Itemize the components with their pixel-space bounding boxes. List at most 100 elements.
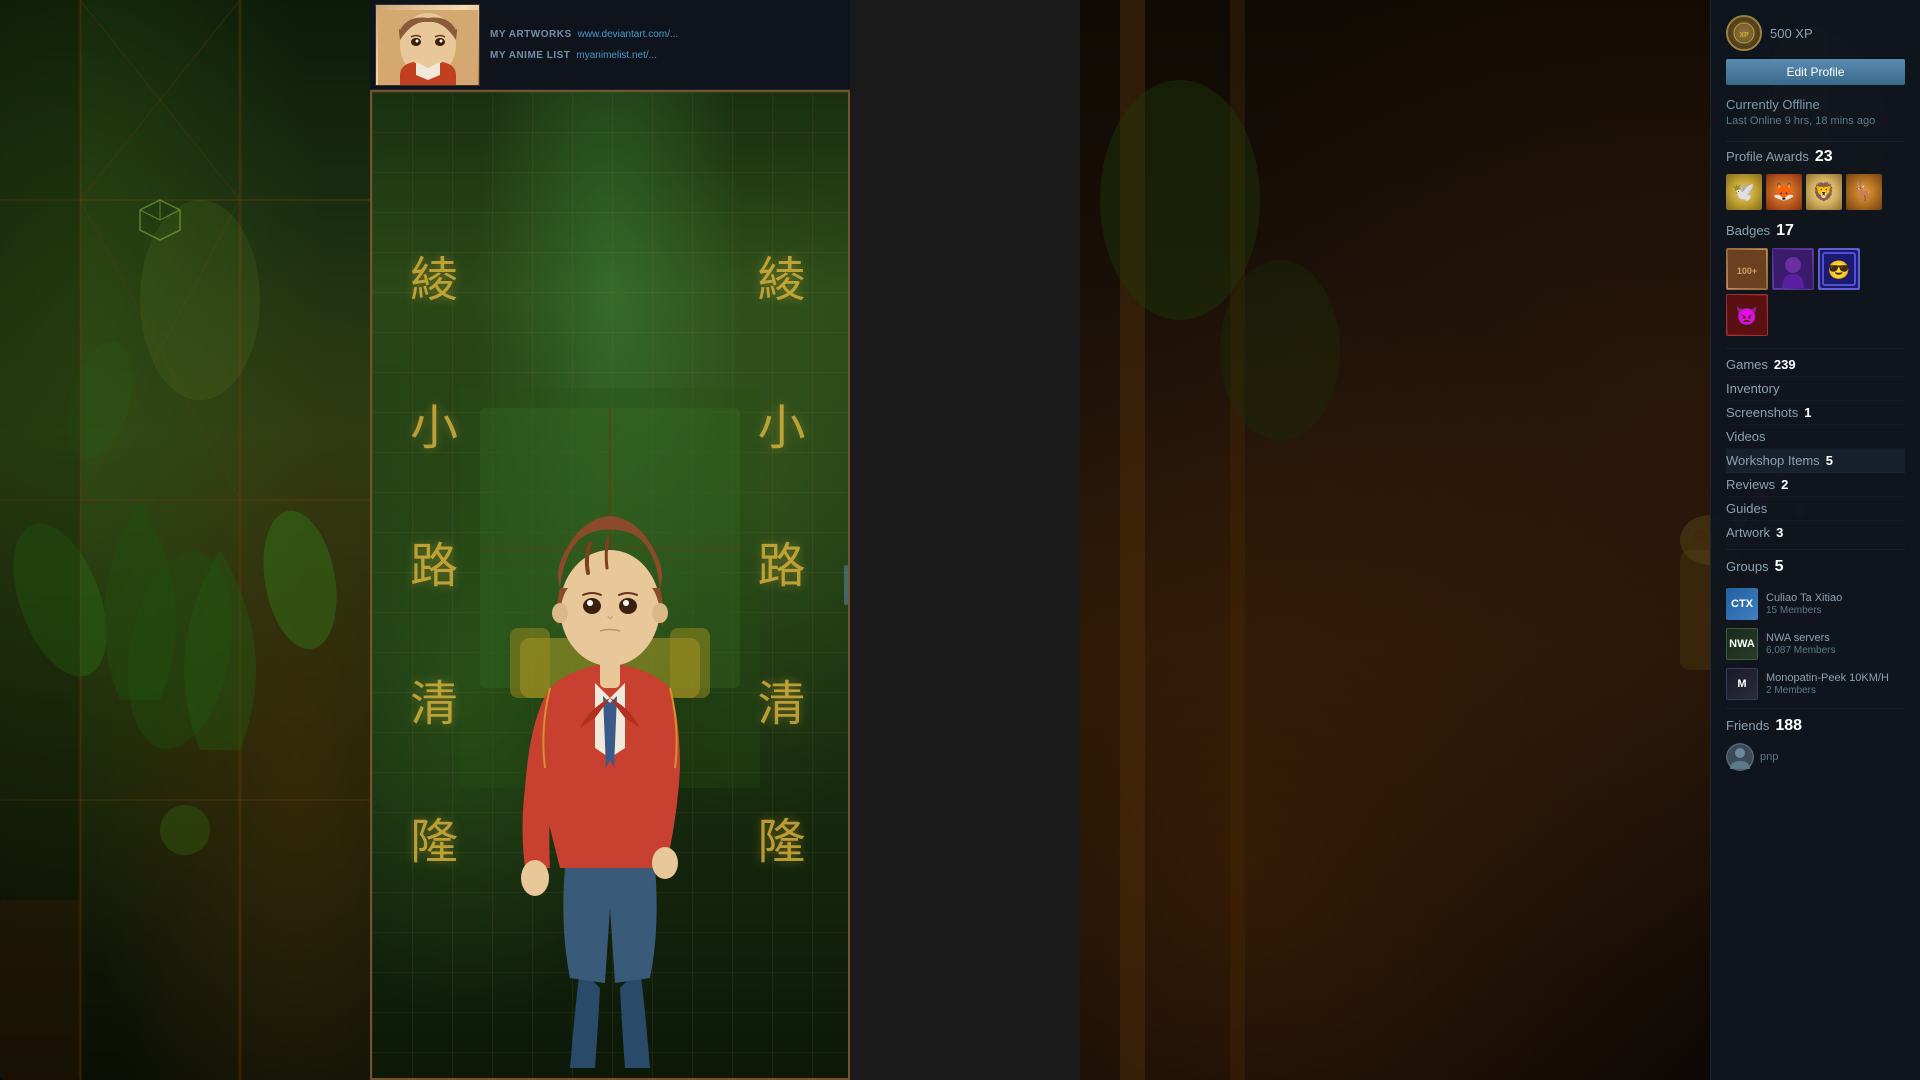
group-avatar-mono: M bbox=[1726, 668, 1758, 700]
group-name-nwa: NWA servers bbox=[1766, 632, 1905, 644]
award-badge-award2[interactable]: 🦊 bbox=[1766, 174, 1802, 210]
badge-item-badge1[interactable]: 100+ bbox=[1726, 248, 1768, 290]
nav-count-games: 239 bbox=[1774, 357, 1796, 372]
group-item-mono[interactable]: M Monopatin-Peek 10KM/H 2 Members bbox=[1726, 664, 1905, 704]
artworks-link-row[interactable]: MY ARTWORKS www.deviantart.com/... bbox=[490, 29, 678, 40]
xp-value: 500 XP bbox=[1770, 26, 1813, 41]
profile-awards-header: Profile Awards 23 bbox=[1726, 148, 1905, 166]
group-avatar-ctx: CTX bbox=[1726, 588, 1758, 620]
nav-item-guides[interactable]: Guides bbox=[1726, 497, 1905, 521]
friend-avatar-1 bbox=[1726, 743, 1754, 771]
jp-char: 小 bbox=[410, 388, 458, 458]
friends-section: Friends 188 pnp bbox=[1726, 717, 1905, 771]
jp-char: 路 bbox=[758, 526, 806, 596]
nav-item-artwork[interactable]: Artwork 3 bbox=[1726, 521, 1905, 545]
artworks-url: www.deviantart.com/... bbox=[578, 29, 679, 40]
animelist-label: MY ANIME LIST bbox=[490, 50, 570, 61]
group-info-mono: Monopatin-Peek 10KM/H 2 Members bbox=[1766, 672, 1905, 696]
profile-awards-label: Profile Awards bbox=[1726, 149, 1809, 164]
group-members-ctx: 15 Members bbox=[1766, 605, 1905, 616]
nav-label-guides: Guides bbox=[1726, 501, 1767, 516]
status-section: Currently Offline Last Online 9 hrs, 18 … bbox=[1726, 97, 1905, 127]
friends-header: Friends 188 bbox=[1726, 717, 1905, 735]
group-members-nwa: 6,087 Members bbox=[1766, 645, 1905, 656]
groups-label: Groups bbox=[1726, 559, 1769, 574]
nav-count-artwork: 3 bbox=[1776, 525, 1783, 540]
jp-char: 小 bbox=[758, 388, 806, 458]
nav-label-games: Games bbox=[1726, 357, 1768, 372]
scroll-indicator[interactable] bbox=[844, 565, 848, 605]
groups-count: 5 bbox=[1775, 558, 1784, 576]
bg-left-overlay bbox=[0, 0, 370, 1080]
badge-item-badge3[interactable]: 😎 bbox=[1818, 248, 1860, 290]
groups-header: Groups 5 bbox=[1726, 558, 1905, 576]
separator bbox=[1726, 141, 1905, 142]
friends-label: Friends bbox=[1726, 718, 1769, 733]
jp-char: 清 bbox=[410, 664, 458, 734]
jp-char: 綾 bbox=[758, 240, 806, 310]
awards-row: 🕊️🦊🦁🦌 bbox=[1726, 174, 1905, 210]
nav-items: Games 239 Inventory Screenshots 1 Videos… bbox=[1726, 353, 1905, 545]
avatar-image bbox=[376, 5, 479, 85]
group-item-ctx[interactable]: CTX Culiao Ta Xitiao 15 Members bbox=[1726, 584, 1905, 624]
badges-row: 100+ 😎 👿 bbox=[1726, 248, 1905, 336]
links-column: MY ARTWORKS www.deviantart.com/... MY AN… bbox=[490, 29, 678, 61]
nav-label-artwork: Artwork bbox=[1726, 525, 1770, 540]
anime-character bbox=[460, 388, 760, 1068]
nav-item-videos[interactable]: Videos bbox=[1726, 425, 1905, 449]
badges-label: Badges bbox=[1726, 223, 1770, 238]
profile-sidebar: XP 500 XP Edit Profile Currently Offline… bbox=[1710, 0, 1920, 1080]
artworks-label: MY ARTWORKS bbox=[490, 29, 572, 40]
award-badge-award1[interactable]: 🕊️ bbox=[1726, 174, 1762, 210]
avatar bbox=[375, 4, 480, 86]
separator-3 bbox=[1726, 549, 1905, 550]
jp-char: 路 bbox=[410, 526, 458, 596]
friend-name: pnp bbox=[1760, 751, 1778, 763]
nav-label-reviews: Reviews bbox=[1726, 477, 1775, 492]
animelist-url: myanimelist.net/... bbox=[576, 50, 657, 61]
xp-badge-icon: XP bbox=[1732, 21, 1756, 45]
separator-2 bbox=[1726, 348, 1905, 349]
friends-preview: pnp bbox=[1726, 743, 1905, 771]
badges-header: Badges 17 bbox=[1726, 222, 1905, 240]
nav-count-reviews: 2 bbox=[1781, 477, 1788, 492]
nav-label-workshop: Workshop Items bbox=[1726, 453, 1820, 468]
jp-char: 清 bbox=[758, 664, 806, 734]
avatar-svg bbox=[378, 10, 478, 86]
badge-item-badge4[interactable]: 👿 bbox=[1726, 294, 1768, 336]
group-avatar-nwa: NWA bbox=[1726, 628, 1758, 660]
edit-profile-button[interactable]: Edit Profile bbox=[1726, 59, 1905, 85]
xp-area: XP 500 XP bbox=[1726, 15, 1905, 51]
award-badge-award3[interactable]: 🦁 bbox=[1806, 174, 1842, 210]
groups-section: Groups 5 CTX Culiao Ta Xitiao 15 Members… bbox=[1726, 558, 1905, 704]
badge-item-badge2[interactable] bbox=[1772, 248, 1814, 290]
group-info-ctx: Culiao Ta Xitiao 15 Members bbox=[1766, 592, 1905, 616]
nav-label-screenshots: Screenshots bbox=[1726, 405, 1798, 420]
profile-awards-count: 23 bbox=[1815, 148, 1833, 166]
animelist-link-row[interactable]: MY ANIME LIST myanimelist.net/... bbox=[490, 50, 678, 61]
nav-item-screenshots[interactable]: Screenshots 1 bbox=[1726, 401, 1905, 425]
artwork-background: 綾小路清隆綾小路清隆 bbox=[372, 92, 848, 1078]
award-badge-award4[interactable]: 🦌 bbox=[1846, 174, 1882, 210]
svg-text:👿: 👿 bbox=[1736, 306, 1758, 326]
nav-label-inventory: Inventory bbox=[1726, 381, 1779, 396]
friends-count: 188 bbox=[1775, 717, 1802, 735]
nav-item-games[interactable]: Games 239 bbox=[1726, 353, 1905, 377]
status-title: Currently Offline bbox=[1726, 97, 1905, 112]
group-info-nwa: NWA servers 6,087 Members bbox=[1766, 632, 1905, 656]
jp-char: 綾 bbox=[410, 240, 458, 310]
separator-4 bbox=[1726, 708, 1905, 709]
group-members-mono: 2 Members bbox=[1766, 685, 1905, 696]
group-item-nwa[interactable]: NWA NWA servers 6,087 Members bbox=[1726, 624, 1905, 664]
badges-count: 17 bbox=[1776, 222, 1794, 240]
status-subtitle: Last Online 9 hrs, 18 mins ago bbox=[1726, 115, 1905, 127]
jp-char: 隆 bbox=[758, 802, 806, 872]
nav-count-workshop: 5 bbox=[1826, 453, 1833, 468]
jp-char: 隆 bbox=[410, 802, 458, 872]
group-name-ctx: Culiao Ta Xitiao bbox=[1766, 592, 1905, 604]
svg-text:100+: 100+ bbox=[1737, 266, 1757, 276]
nav-item-inventory[interactable]: Inventory bbox=[1726, 377, 1905, 401]
top-area: MY ARTWORKS www.deviantart.com/... MY AN… bbox=[370, 0, 850, 90]
nav-item-reviews[interactable]: Reviews 2 bbox=[1726, 473, 1905, 497]
nav-item-workshop[interactable]: Workshop Items 5 bbox=[1726, 449, 1905, 473]
